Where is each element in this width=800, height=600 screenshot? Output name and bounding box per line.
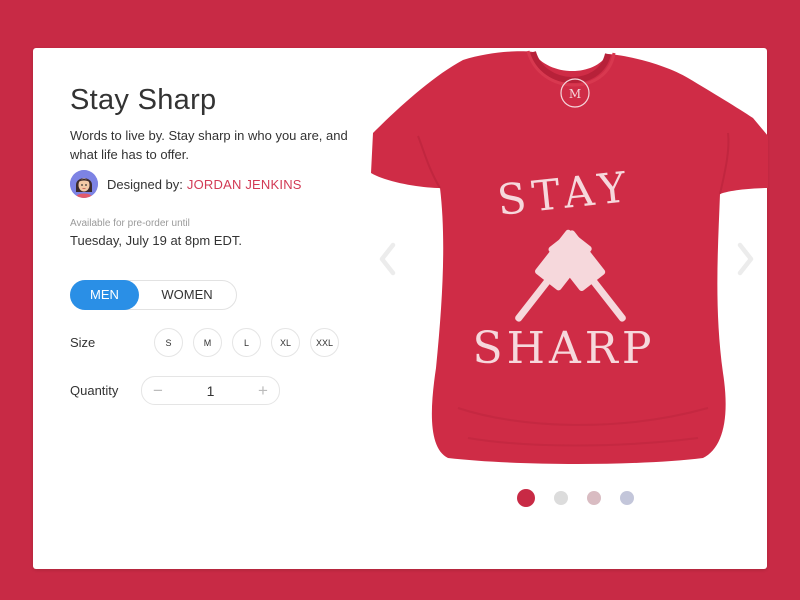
carousel-dot[interactable] <box>554 491 568 505</box>
product-title: Stay Sharp <box>70 84 217 116</box>
size-label: Size <box>70 335 96 350</box>
availability-label: Available for pre-order until <box>70 218 190 229</box>
size-option-l[interactable]: L <box>232 328 261 357</box>
product-description: Words to live by. Stay sharp in who you … <box>70 128 348 162</box>
product-image-tshirt: M STAY SHARP <box>371 50 768 465</box>
avatar[interactable] <box>70 170 98 198</box>
carousel-dot[interactable] <box>620 491 634 505</box>
gender-toggle: MEN WOMEN <box>70 280 237 310</box>
carousel-dot[interactable] <box>587 491 601 505</box>
chevron-right-icon[interactable] <box>735 242 755 276</box>
size-option-s[interactable]: S <box>154 328 183 357</box>
quantity-increment-button[interactable]: + <box>247 381 279 401</box>
gender-option-men[interactable]: MEN <box>70 280 139 310</box>
quantity-label: Quantity <box>70 383 119 398</box>
availability-date: Tuesday, July 19 at 8pm EDT. <box>70 233 242 248</box>
print-text-sharp: SHARP <box>472 323 655 374</box>
quantity-stepper: − 1 + <box>141 376 280 405</box>
carousel-dot[interactable] <box>517 489 535 507</box>
size-option-xl[interactable]: XL <box>271 328 300 357</box>
size-option-m[interactable]: M <box>193 328 222 357</box>
size-option-xxl[interactable]: XXL <box>310 328 339 357</box>
quantity-decrement-button[interactable]: − <box>142 381 174 401</box>
gender-option-women[interactable]: WOMEN <box>139 281 235 309</box>
collar-logo-text: M <box>569 87 581 101</box>
designer-name-link[interactable]: JORDAN JENKINS <box>187 177 302 192</box>
chevron-left-icon[interactable] <box>378 242 398 276</box>
designer-row: Designed by: JORDAN JENKINS <box>70 170 302 198</box>
designer-label: Designed by: <box>107 176 183 192</box>
quantity-value[interactable]: 1 <box>174 383 247 399</box>
size-options: S M L XL XXL <box>154 328 349 357</box>
carousel-dots <box>517 489 653 507</box>
